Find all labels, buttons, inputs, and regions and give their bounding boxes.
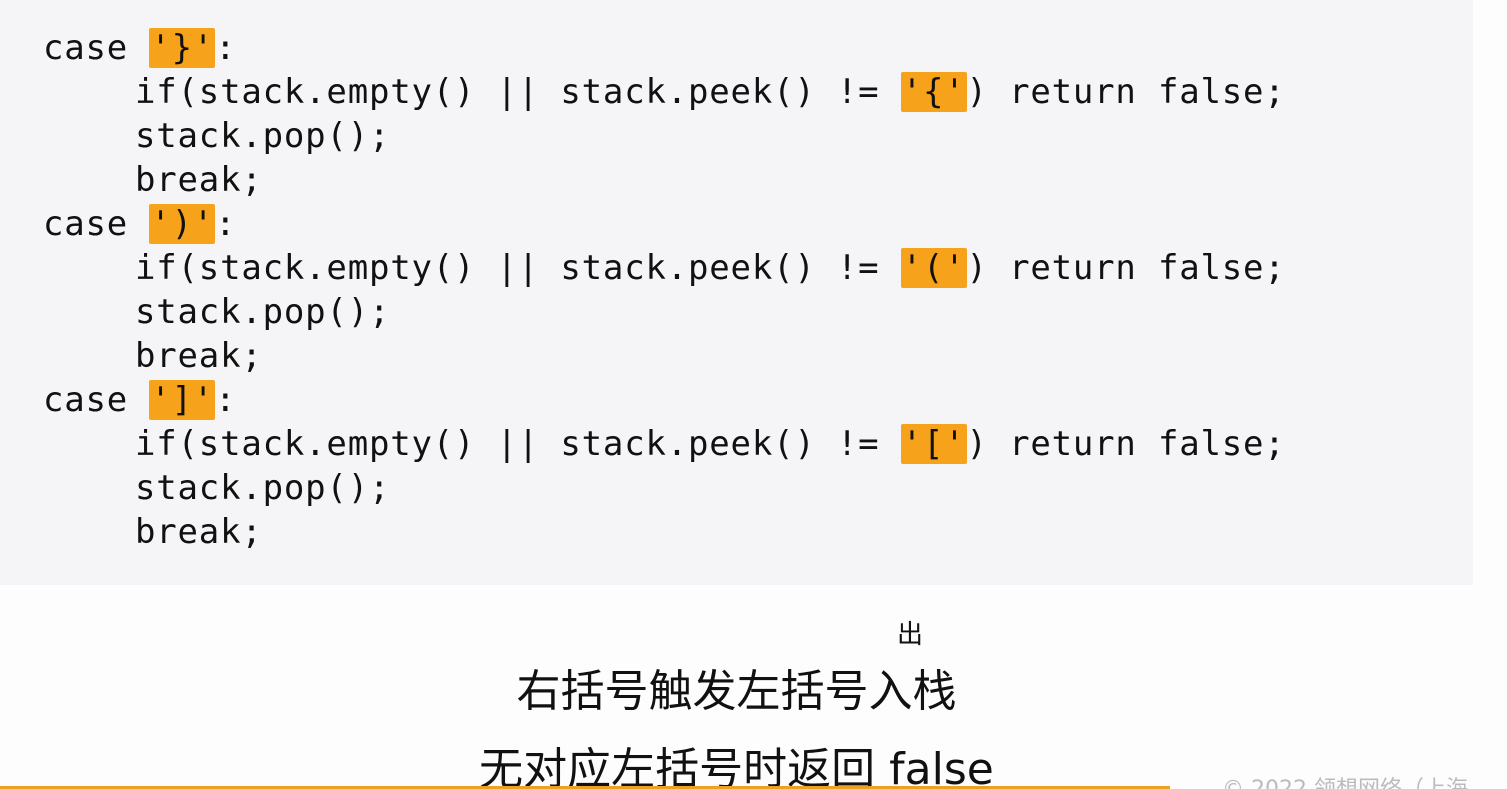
code-text: :	[215, 204, 237, 244]
handwritten-annotation: 出	[897, 620, 924, 650]
code-line: if(stack.empty() || stack.peek() != '{')…	[43, 70, 1286, 114]
code-text: case	[43, 28, 150, 68]
code-text: case	[43, 204, 150, 244]
code-line: case ')':	[43, 202, 1286, 246]
code-listing: case '}': if(stack.empty() || stack.peek(…	[43, 26, 1286, 554]
code-text: break;	[135, 512, 263, 552]
highlighted-char: ')'	[149, 204, 216, 244]
code-block: case '}': if(stack.empty() || stack.peek(…	[0, 0, 1473, 585]
code-text: case	[43, 380, 150, 420]
code-line: if(stack.empty() || stack.peek() != '(')…	[43, 246, 1286, 290]
code-line: if(stack.empty() || stack.peek() != '[')…	[43, 422, 1286, 466]
code-text: ) return false;	[966, 248, 1286, 288]
highlighted-char: '['	[900, 424, 967, 464]
code-text: if(stack.empty() || stack.peek() !=	[135, 72, 901, 112]
code-text: break;	[135, 160, 263, 200]
highlighted-char: '('	[900, 248, 967, 288]
code-text: if(stack.empty() || stack.peek() !=	[135, 248, 901, 288]
caption-line-1: 右括号触发左括号入栈	[516, 666, 957, 717]
code-text: break;	[135, 336, 263, 376]
code-text: stack.pop();	[135, 292, 391, 332]
code-line: break;	[43, 510, 1286, 554]
code-line: break;	[43, 334, 1286, 378]
code-line: stack.pop();	[43, 290, 1286, 334]
highlighted-char: '{'	[900, 72, 967, 112]
code-line: stack.pop();	[43, 114, 1286, 158]
code-text: :	[215, 380, 237, 420]
slide: case '}': if(stack.empty() || stack.peek(…	[0, 0, 1507, 789]
code-line: case '}':	[43, 26, 1286, 70]
code-text: stack.pop();	[135, 116, 391, 156]
code-text: ) return false;	[966, 424, 1286, 464]
highlighted-char: ']'	[149, 380, 216, 420]
code-line: stack.pop();	[43, 466, 1286, 510]
code-line: case ']':	[43, 378, 1286, 422]
code-text: stack.pop();	[135, 468, 391, 508]
code-text: if(stack.empty() || stack.peek() !=	[135, 424, 901, 464]
code-text: ) return false;	[966, 72, 1286, 112]
code-text: :	[215, 28, 237, 68]
copyright-watermark: © 2022 领想网络（上海	[1222, 771, 1468, 789]
code-line: break;	[43, 158, 1286, 202]
highlighted-char: '}'	[149, 28, 216, 68]
